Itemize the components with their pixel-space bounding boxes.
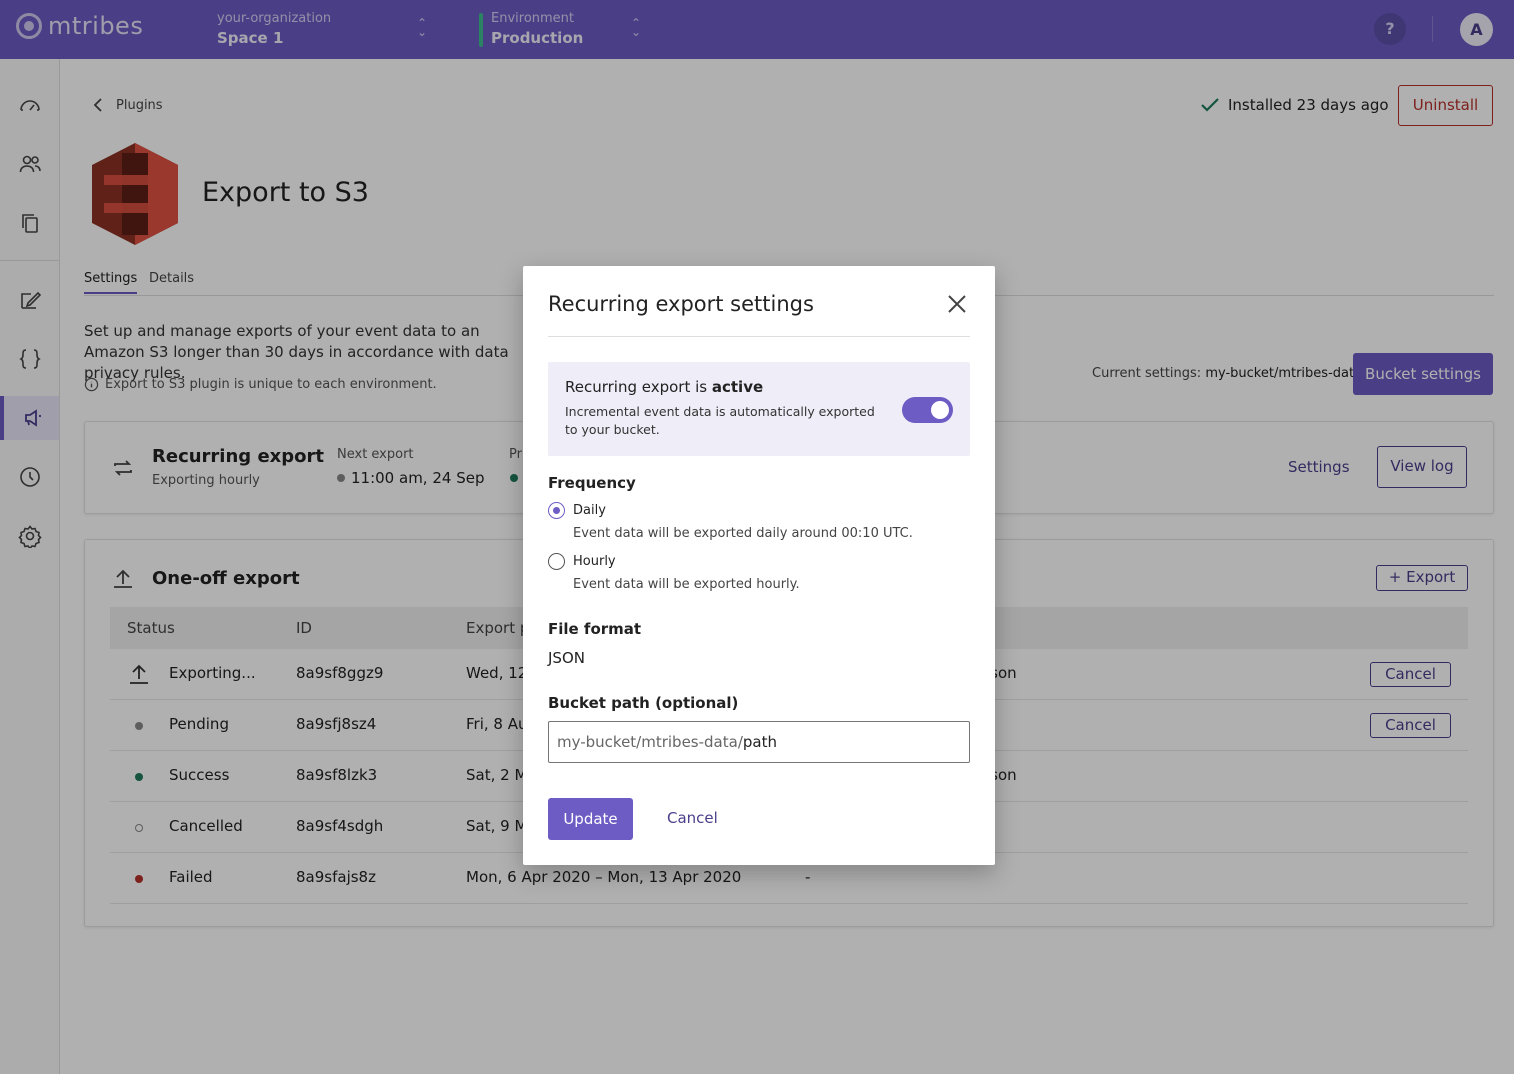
frequency-label: Frequency [548,474,636,492]
status-value: active [711,378,764,396]
hourly-radio[interactable] [548,553,565,570]
close-icon[interactable] [945,292,969,316]
status-description: Incremental event data is automatically … [565,404,875,437]
recurring-status: Recurring export is active [565,378,763,396]
hourly-help: Event data will be exported hourly. [573,577,800,592]
bucket-path-input[interactable]: my-bucket/mtribes-data/path [548,721,970,763]
bucket-path-label: Bucket path (optional) [548,694,739,712]
modal-divider [548,336,970,337]
bucket-path-prefix: my-bucket/mtribes-data/ [557,733,743,751]
daily-help: Event data will be exported daily around… [573,526,913,541]
cancel-button[interactable]: Cancel [667,809,718,827]
file-format-value: JSON [548,649,585,667]
recurring-status-panel: Recurring export is active Incremental e… [548,362,970,456]
recurring-export-settings-modal: Recurring export settings Recurring expo… [523,266,995,865]
update-button[interactable]: Update [548,798,633,840]
file-format-label: File format [548,620,642,638]
daily-label[interactable]: Daily [573,503,606,518]
status-prefix: Recurring export is [565,378,712,396]
recurring-toggle[interactable] [902,397,953,423]
toggle-knob [931,401,949,419]
bucket-path-value[interactable]: path [743,733,777,751]
hourly-label[interactable]: Hourly [573,554,616,569]
modal-title: Recurring export settings [548,292,814,316]
daily-radio[interactable] [548,502,565,519]
